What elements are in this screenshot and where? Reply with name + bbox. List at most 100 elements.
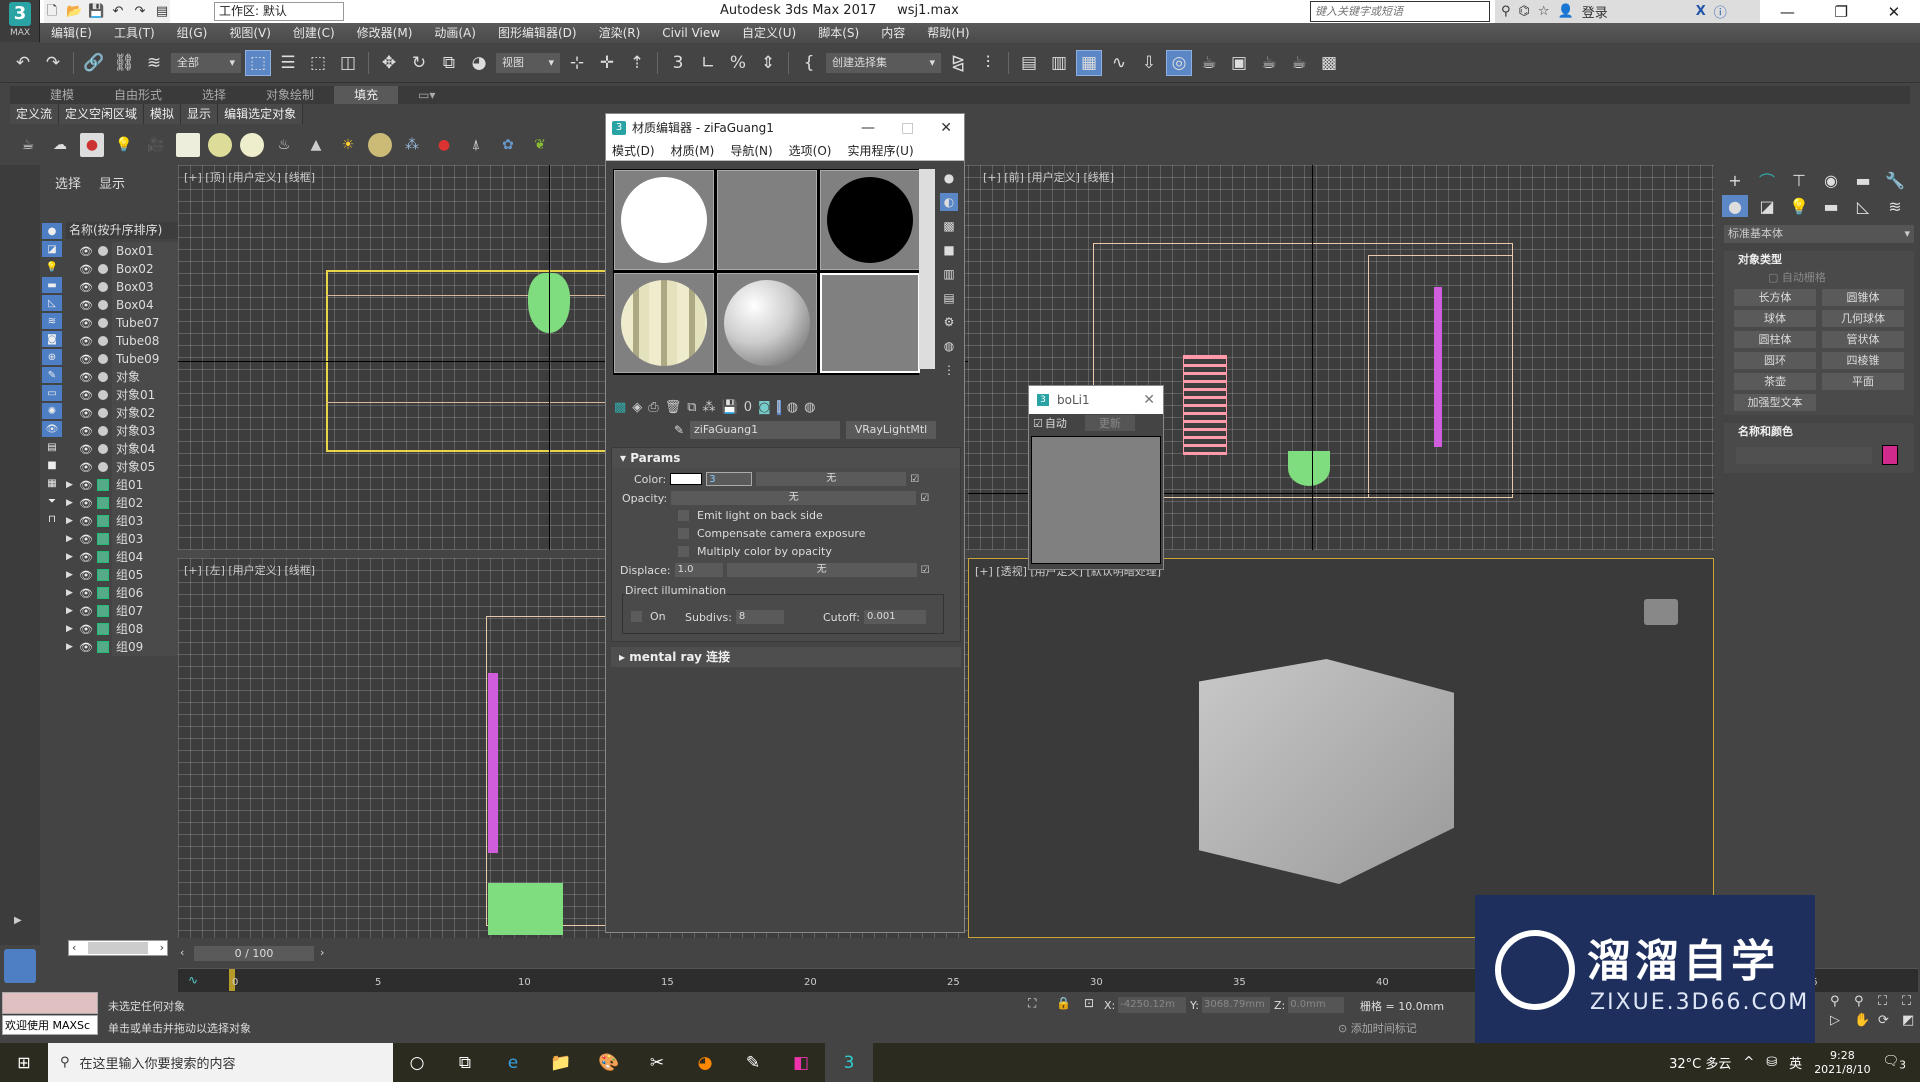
- object-name-input[interactable]: [1736, 447, 1872, 464]
- group-icon[interactable]: [97, 497, 109, 509]
- geometry-icon[interactable]: ●: [1722, 195, 1748, 217]
- visibility-eye-icon[interactable]: 👁: [78, 641, 94, 654]
- scene-explorer-icon[interactable]: ▤: [1016, 50, 1042, 76]
- menu-options[interactable]: 选项(O): [789, 142, 832, 159]
- subscription-icon[interactable]: ⌬: [1519, 4, 1530, 19]
- expand-arrow-icon[interactable]: ▶: [66, 642, 78, 652]
- camera-icon[interactable]: 🎥: [144, 133, 168, 157]
- se-tab-display[interactable]: 显示: [99, 173, 125, 192]
- se-tab-select[interactable]: 选择: [55, 173, 81, 192]
- select-by-name-icon[interactable]: ☰: [275, 50, 301, 76]
- task-view-icon[interactable]: ⧉: [441, 1043, 489, 1082]
- redo-icon[interactable]: ↷: [40, 50, 66, 76]
- zoom-icon[interactable]: ⚲: [1830, 994, 1850, 1009]
- named-selection-dropdown[interactable]: 创建选择集 ▾: [826, 52, 941, 73]
- freeze-dot-icon[interactable]: [98, 426, 108, 436]
- bind-spacewarp-icon[interactable]: ≋: [141, 50, 167, 76]
- close-button[interactable]: ✕: [1143, 392, 1163, 408]
- geometry-filter-icon[interactable]: ●: [42, 223, 62, 239]
- xrefs-filter-icon[interactable]: ⊕: [42, 349, 62, 365]
- menu-navigation[interactable]: 导航(N): [730, 142, 772, 159]
- mirror-icon[interactable]: ⧎: [945, 50, 971, 76]
- paint-app-icon[interactable]: 🎨: [585, 1043, 633, 1082]
- undo-icon[interactable]: ↶: [110, 4, 126, 20]
- align-icon[interactable]: ⫶: [975, 50, 1001, 76]
- display-button[interactable]: 显示: [181, 104, 219, 124]
- visibility-eye-icon[interactable]: 👁: [78, 569, 94, 582]
- freeze-dot-icon[interactable]: [98, 408, 108, 418]
- prev-frame-icon[interactable]: ‹: [180, 946, 184, 959]
- options-icon[interactable]: ⚙: [940, 313, 958, 331]
- freeze-dot-icon[interactable]: [98, 282, 108, 292]
- group-icon[interactable]: [97, 641, 109, 653]
- grass-icon[interactable]: ❦: [528, 133, 552, 157]
- object-type-header[interactable]: 对象类型: [1724, 251, 1914, 269]
- maximize-button[interactable]: ❐: [1834, 3, 1847, 21]
- utilities-tab-icon[interactable]: 🔧: [1882, 169, 1908, 191]
- subdivs-spinner[interactable]: 8: [735, 610, 784, 624]
- new-file-icon[interactable]: 🗋: [44, 4, 60, 20]
- cutoff-spinner[interactable]: 0.001: [863, 610, 926, 624]
- sample-slot-selected[interactable]: [820, 273, 920, 373]
- visibility-eye-icon[interactable]: 👁: [78, 281, 94, 294]
- render-production-icon[interactable]: ☕: [1256, 50, 1282, 76]
- start-button[interactable]: ⊞: [0, 1053, 48, 1072]
- curve-editor-mini-icon[interactable]: ∿: [188, 973, 198, 987]
- menu-tools[interactable]: 工具(T): [103, 23, 166, 43]
- menu-utilities[interactable]: 实用程序(U): [847, 142, 913, 159]
- video-color-check-icon[interactable]: ▥: [940, 265, 958, 283]
- menu-customize[interactable]: 自定义(U): [731, 23, 807, 43]
- material-name-field[interactable]: ziFaGuang1: [690, 421, 840, 439]
- lock-icon[interactable]: ⊓: [42, 511, 62, 527]
- project-icon[interactable]: ▤: [154, 4, 170, 20]
- maximize-viewport-icon[interactable]: ◩: [1902, 1013, 1920, 1028]
- scroll-thumb[interactable]: [88, 942, 148, 954]
- pivot-center-icon[interactable]: ⊹: [564, 50, 590, 76]
- show-hidden-icons[interactable]: ^: [1743, 1055, 1754, 1070]
- window-crossing-icon[interactable]: ◫: [335, 50, 361, 76]
- make-preview-icon[interactable]: ▤: [940, 289, 958, 307]
- scroll-right-icon[interactable]: ›: [160, 941, 164, 955]
- update-button[interactable]: 更新: [1084, 415, 1135, 431]
- taskbar-search[interactable]: ⚲ 在这里输入你要搜索的内容: [48, 1043, 393, 1082]
- menu-rendering[interactable]: 渲染(R): [588, 23, 652, 43]
- select-manipulate-icon[interactable]: ✛: [594, 50, 620, 76]
- rotate-icon[interactable]: ↻: [406, 50, 432, 76]
- tab-modeling[interactable]: 建模: [30, 86, 94, 104]
- group-icon[interactable]: [97, 479, 109, 491]
- define-flows-button[interactable]: 定义流: [10, 104, 60, 124]
- frozen-filter-icon[interactable]: ▤: [42, 439, 62, 455]
- zoom-all-icon[interactable]: ⚲: [1854, 994, 1874, 1009]
- mental-ray-rollout-header[interactable]: ▸ mental ray 连接: [611, 647, 961, 667]
- group-icon[interactable]: [97, 551, 109, 563]
- selection-lock-icon[interactable]: 🔒: [1056, 996, 1071, 1010]
- shapes-icon[interactable]: ◪: [1754, 195, 1780, 217]
- expand-arrow-icon[interactable]: ▶: [66, 624, 78, 634]
- visibility-eye-icon[interactable]: 👁: [78, 245, 94, 258]
- cone-icon[interactable]: [208, 133, 232, 157]
- object-type-button[interactable]: 圆柱体: [1734, 331, 1816, 348]
- close-button[interactable]: ✕: [940, 120, 952, 136]
- menu-civil-view[interactable]: Civil View: [651, 23, 731, 43]
- z-coordinate-field[interactable]: 0.0mm: [1288, 997, 1345, 1013]
- selection-filter-dropdown[interactable]: 全部 ▾: [171, 52, 241, 73]
- freeze-dot-icon[interactable]: [98, 318, 108, 328]
- unlink-icon[interactable]: ⛓: [111, 50, 137, 76]
- link-icon[interactable]: 🔗: [81, 50, 107, 76]
- placement-icon[interactable]: ◕: [466, 50, 492, 76]
- sample-slot[interactable]: [614, 170, 714, 270]
- define-idle-areas-button[interactable]: 定义空闲区域: [59, 104, 145, 124]
- select-object-icon[interactable]: ⬚: [245, 49, 271, 76]
- user-icon[interactable]: 👤: [1558, 4, 1574, 19]
- color-swatch[interactable]: [670, 473, 703, 485]
- isolate-selection-icon[interactable]: ⛶: [1028, 996, 1036, 1011]
- expand-arrow-icon[interactable]: ▶: [66, 498, 78, 508]
- menu-create[interactable]: 创建(C): [282, 23, 346, 43]
- object-type-button[interactable]: 圆环: [1734, 352, 1816, 369]
- binoculars-icon[interactable]: ⚲: [1501, 4, 1511, 19]
- particles-icon[interactable]: ⁂: [400, 133, 424, 157]
- render-iterative-icon[interactable]: ☕: [1286, 50, 1312, 76]
- opacity-map-button[interactable]: 无: [671, 491, 917, 505]
- clock[interactable]: 9:28 2021/8/10: [1814, 1049, 1870, 1077]
- ribbon-options-icon[interactable]: ▭▾: [398, 86, 455, 104]
